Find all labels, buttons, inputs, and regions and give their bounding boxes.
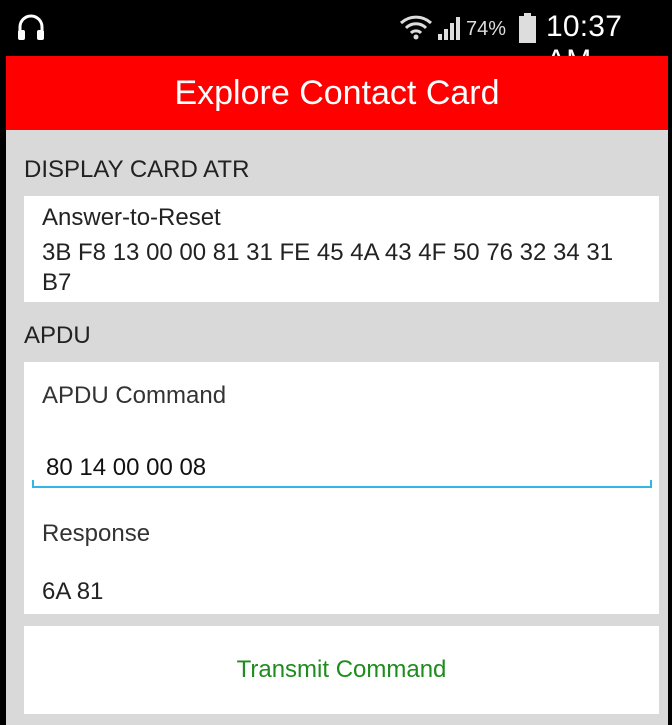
apdu-command-input[interactable]: [32, 446, 666, 490]
app-screen: 74% 10:37 AM Explore Contact Card DISPLA…: [6, 0, 668, 725]
apdu-section-header: APDU: [24, 322, 91, 349]
status-bar: 74% 10:37 AM: [6, 0, 668, 77]
wifi-icon: [399, 15, 433, 40]
apdu-input-underline: [32, 480, 652, 488]
apdu-card: APDU Command Response 6A 81: [24, 362, 666, 614]
battery-percent: 74%: [466, 18, 507, 40]
atr-section-header: DISPLAY CARD ATR: [24, 156, 250, 183]
apdu-command-label: APDU Command: [42, 382, 227, 409]
app-bar: Explore Contact Card: [6, 56, 668, 130]
signal-icon: [438, 17, 460, 40]
atr-value: 3B F8 13 00 00 81 31 FE 45 4A 43 4F 50 7…: [42, 239, 614, 296]
battery-icon: [519, 13, 536, 43]
page-title: Explore Contact Card: [174, 73, 500, 112]
transmit-command-button[interactable]: Transmit Command: [24, 626, 659, 714]
response-label: Response: [42, 520, 151, 547]
atr-label: Answer-to-Reset: [42, 204, 221, 231]
response-value: 6A 81: [42, 578, 104, 605]
headphones-icon: [18, 14, 44, 40]
atr-card: Answer-to-Reset 3B F8 13 00 00 81 31 FE …: [24, 196, 659, 302]
